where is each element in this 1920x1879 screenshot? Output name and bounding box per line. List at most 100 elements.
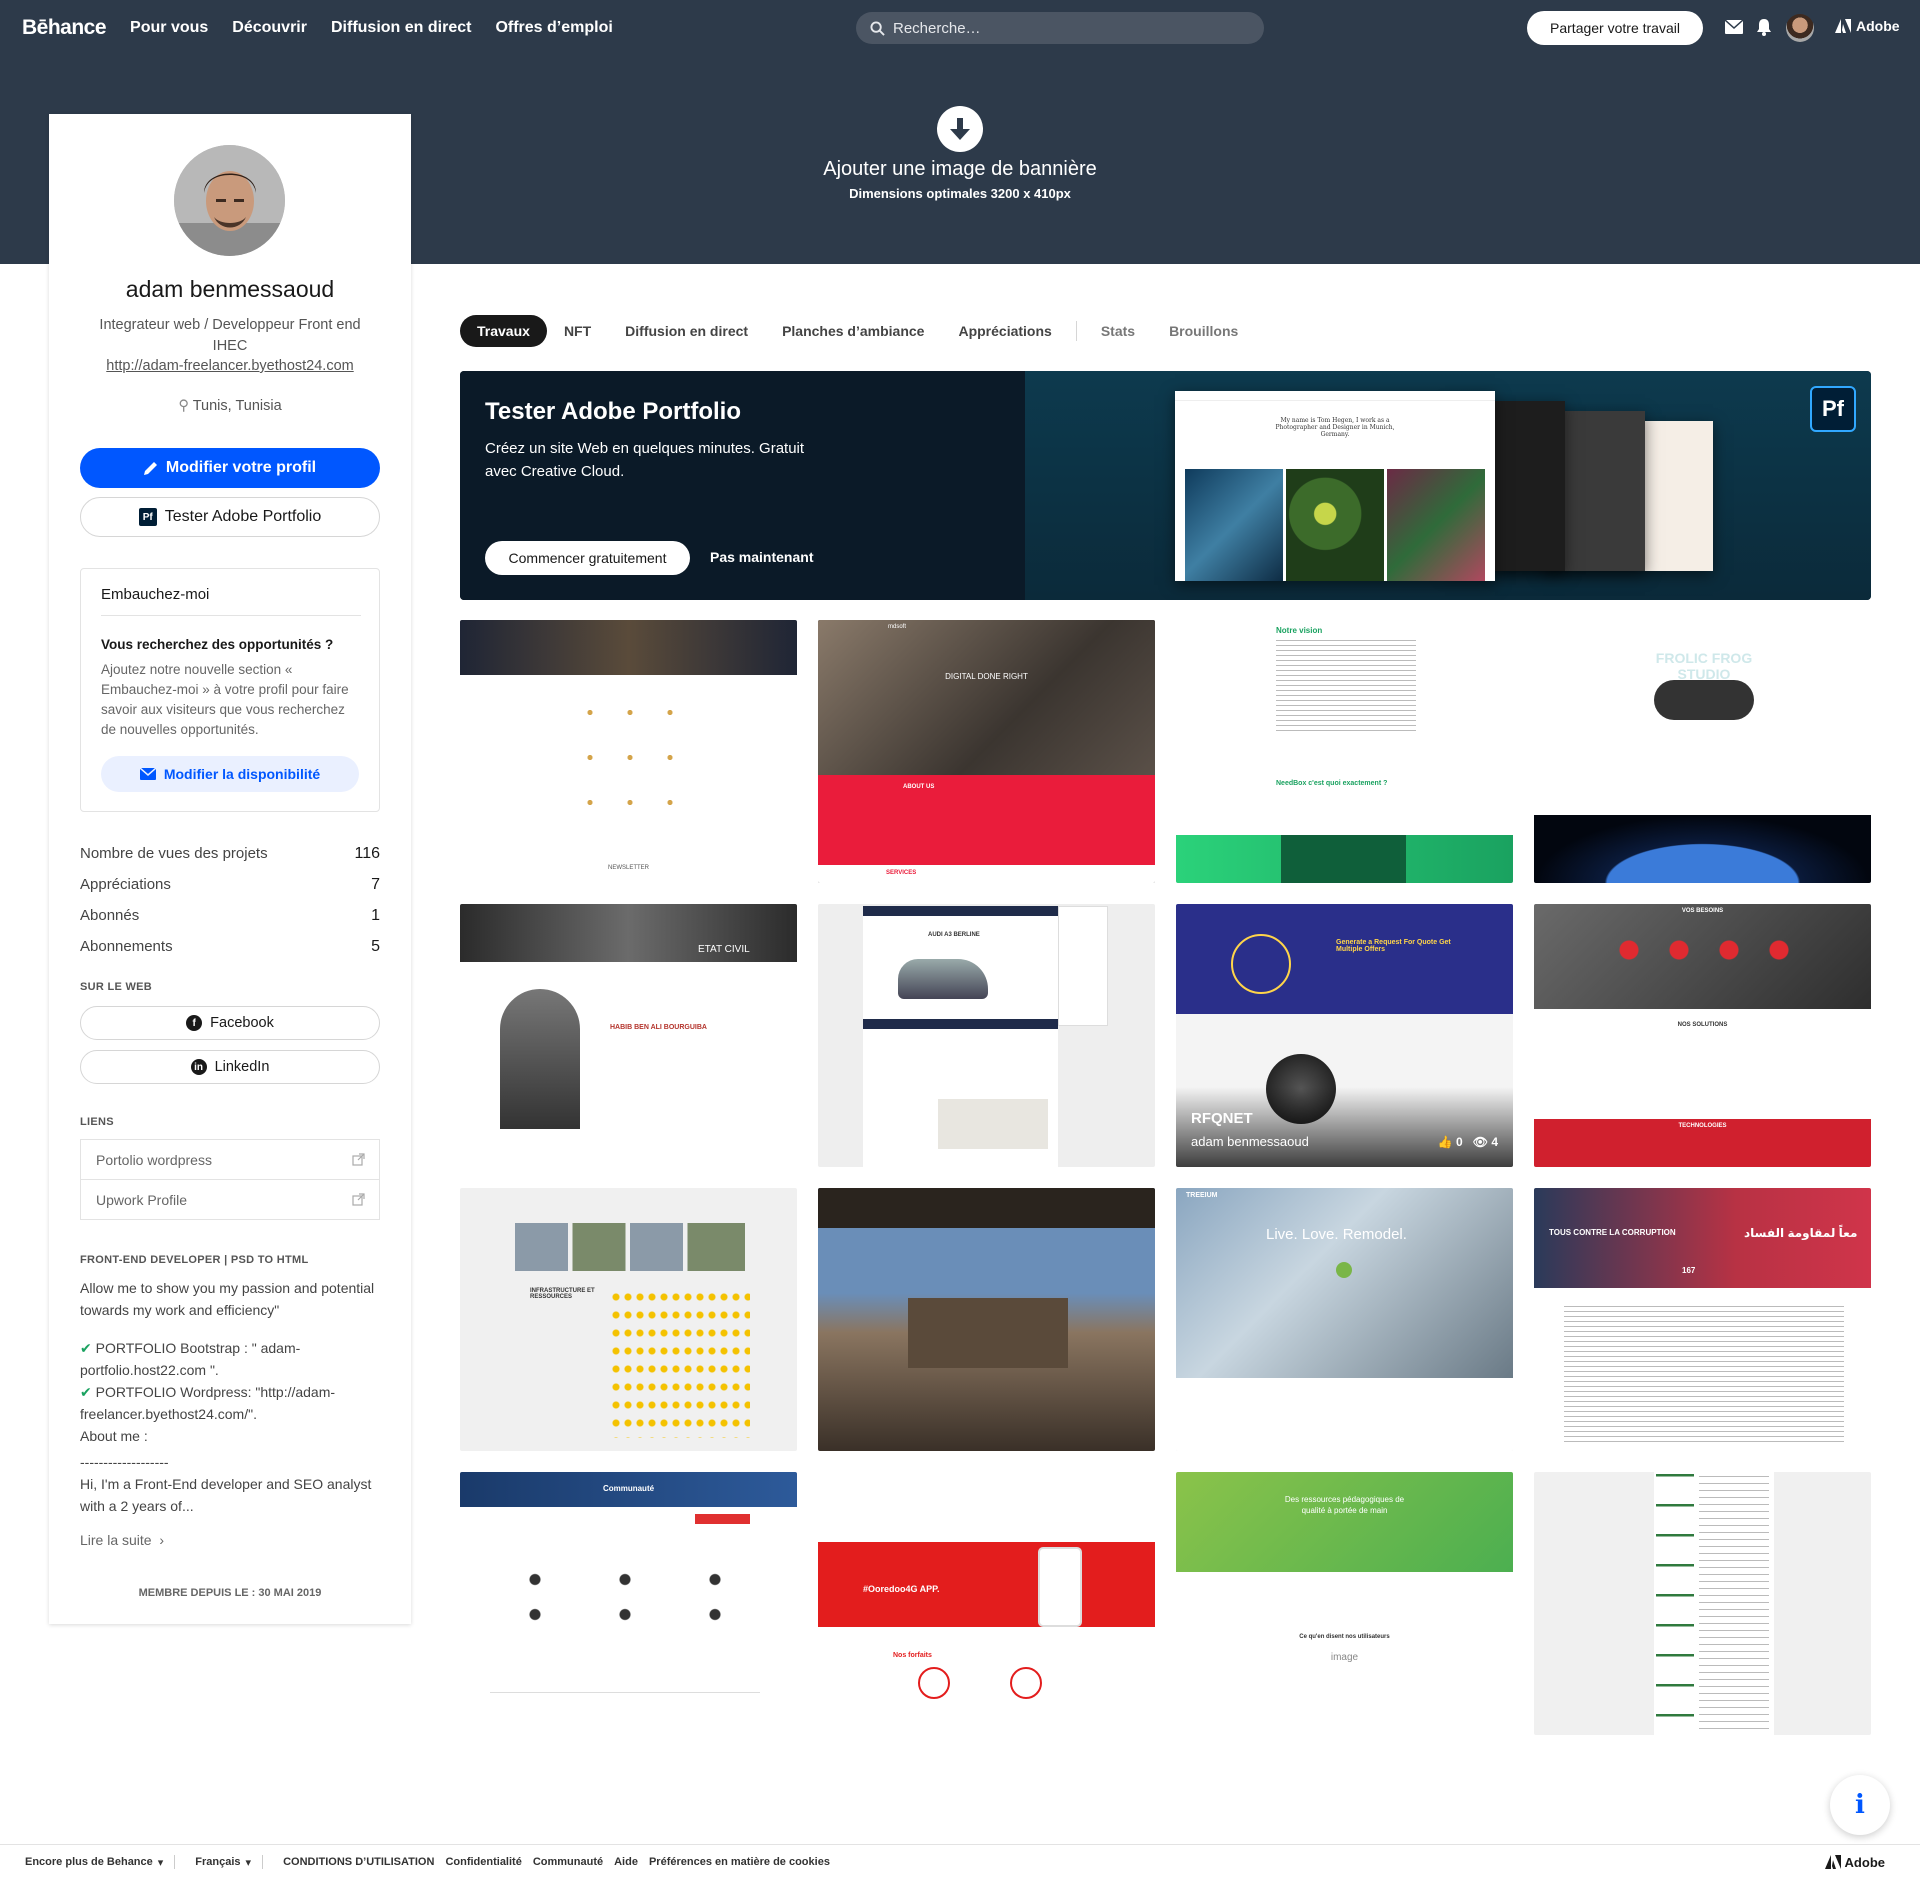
download-arrow-icon [950,118,970,140]
about-portfolio-bootstrap: ✔ PORTFOLIO Bootstrap : " adam-portfolio… [80,1337,380,1381]
thumb-audi: AUDI A3 BERLINE [928,932,980,938]
banner-subtitle: Dimensions optimales 3200 x 410px [849,186,1071,201]
tab-nft[interactable]: NFT [547,315,608,347]
link-label: Upwork Profile [96,1191,188,1208]
thumb-habib: HABIB BEN ALI BOURGUIBA [610,1024,707,1031]
about-line: PORTFOLIO Bootstrap : " adam-portfolio.h… [80,1340,301,1378]
footer-more-behance[interactable]: Encore plus de Behance [25,1856,153,1868]
bell-icon[interactable] [1753,16,1775,38]
upload-banner-button[interactable] [937,106,983,152]
adobe-link[interactable]: Adobe [1835,18,1900,34]
linkedin-button[interactable]: in LinkedIn [80,1050,380,1084]
info-button[interactable]: i [1830,1775,1890,1835]
footer-terms[interactable]: CONDITIONS D’UTILISATION [283,1856,434,1868]
project-card-4[interactable]: FROLIC FROG STUDIO [1534,620,1871,883]
chevron-right-icon: › [155,1532,165,1548]
footer-cookies[interactable]: Préférences en matière de cookies [649,1856,830,1868]
read-more-link[interactable]: Lire la suite › [80,1532,164,1548]
footer-community[interactable]: Communauté [533,1856,603,1868]
footer-language[interactable]: Français [195,1856,240,1868]
project-card-10[interactable] [818,1188,1155,1451]
link-wordpress[interactable]: Portolio wordpress [80,1139,380,1180]
chevron-down-icon: ▾ [245,1856,252,1869]
stat-label: Abonnés [80,907,140,924]
project-card-7[interactable]: Generate a Request For Quote Get Multipl… [1176,904,1513,1167]
appreciations-count: 👍 0 [1437,1135,1463,1149]
thumb-arabic: معاً لمقاومة الفساد [1744,1226,1858,1240]
project-card-1[interactable]: NEWSLETTER [460,620,797,883]
tab-drafts[interactable]: Brouillons [1152,315,1255,347]
nav-link-decouvrir[interactable]: Découvrir [232,19,307,37]
project-card-11[interactable]: TREEIUM Live. Love. Remodel. [1176,1188,1513,1451]
facebook-button[interactable]: f Facebook [80,1006,380,1040]
thumb-needbox: NeedBox c'est quoi exactement ? [1276,780,1388,787]
user-avatar-small[interactable] [1786,14,1814,42]
thumb-corruption: TOUS CONTRE LA CORRUPTION [1549,1228,1676,1237]
external-link-icon [352,1193,365,1206]
behance-logo[interactable]: Bēhance [22,16,107,40]
edit-profile-button[interactable]: Modifier votre profil [80,448,380,488]
project-owner[interactable]: adam benmessaoud [1191,1134,1309,1149]
read-more-label: Lire la suite [80,1532,152,1548]
thumb-vos-besoins: VOS BESOINS [1681,908,1724,914]
location-text: Tunis, Tunisia [192,398,282,414]
tab-appreciations[interactable]: Appréciations [941,315,1068,347]
tab-stats[interactable]: Stats [1084,315,1152,347]
project-card-3[interactable]: Notre vision NeedBox c'est quoi exacteme… [1176,620,1513,883]
project-card-6[interactable]: AUDI A3 BERLINE [818,904,1155,1167]
thumb-ressources: Des ressources pédagogiques de qualité à… [1284,1495,1405,1515]
pencil-icon [143,462,157,475]
thumb-services: SERVICES [886,870,917,876]
about-me: About me : [80,1428,148,1444]
footer-adobe-logo[interactable]: Adobe [1824,1855,1896,1870]
link-label: Portolio wordpress [96,1151,212,1168]
mail-icon[interactable] [1723,16,1745,38]
profile-website-link[interactable]: http://adam-freelancer.byethost24.com [49,358,411,374]
try-portfolio-button[interactable]: Pf Tester Adobe Portfolio [80,497,380,537]
project-card-5[interactable]: ETAT CIVIL HABIB BEN ALI BOURGUIBA [460,904,797,1167]
adobe-label: Adobe [1856,18,1900,34]
share-work-button[interactable]: Partager votre travail [1527,11,1703,45]
promo-preview-panel: My name is Tom Hegen, I work as a Photog… [1025,371,1871,600]
tab-travaux[interactable]: Travaux [460,315,547,347]
search-input[interactable]: Recherche… [856,12,1264,44]
stat-followers[interactable]: Abonnés 1 [80,907,380,925]
thumb-frolic: FROLIC FROG STUDIO [1655,650,1753,682]
search-placeholder: Recherche… [893,19,981,37]
nav-link-diffusion[interactable]: Diffusion en direct [331,19,471,37]
not-now-button[interactable]: Pas maintenant [710,549,813,565]
project-card-15[interactable]: Des ressources pédagogiques de qualité à… [1176,1472,1513,1735]
portfolio-promo-banner: My name is Tom Hegen, I work as a Photog… [460,371,1871,600]
edit-availability-button[interactable]: Modifier la disponibilité [101,756,359,792]
project-title[interactable]: RFQNET [1191,1110,1253,1127]
footer-privacy[interactable]: Confidentialité [445,1856,521,1868]
thumb-digital: DIGITAL DONE RIGHT [945,672,1028,681]
tab-diffusion[interactable]: Diffusion en direct [608,315,765,347]
project-card-12[interactable]: TOUS CONTRE LA CORRUPTION معاً لمقاومة ا… [1534,1188,1871,1451]
link-upwork[interactable]: Upwork Profile [80,1179,380,1220]
project-card-2[interactable]: mdsoft DIGITAL DONE RIGHT ABOUT US SERVI… [818,620,1155,883]
profile-avatar[interactable] [174,145,285,256]
adobe-icon [1835,19,1851,33]
nav-link-pour-vous[interactable]: Pour vous [130,19,208,37]
top-navbar: Bēhance Pour vous Découvrir Diffusion en… [0,0,1920,56]
linkedin-label: LinkedIn [214,1059,270,1075]
project-card-8[interactable]: VOS BESOINS NOS SOLUTIONS TECHNOLOGIES [1534,904,1871,1167]
thumb-rfq-head: Generate a Request For Quote Get Multipl… [1336,939,1451,953]
tab-moodboards[interactable]: Planches d’ambiance [765,315,941,347]
thumb-mdsoft: mdsoft [888,624,907,630]
project-card-9[interactable]: INFRASTRUCTURE ET RESSOURCES [460,1188,797,1451]
project-card-13[interactable]: Communauté [460,1472,797,1735]
footer-help[interactable]: Aide [614,1856,638,1868]
stat-project-views: Nombre de vues des projets 116 [80,845,380,863]
thumb-live: Live. Love. Remodel. [1266,1226,1407,1243]
start-free-button[interactable]: Commencer gratuitement [485,541,690,575]
stat-following[interactable]: Abonnements 5 [80,938,380,956]
stat-appreciations[interactable]: Appréciations 7 [80,876,380,894]
project-card-14[interactable]: #Ooredoo4G APP. Nos forfaits [818,1472,1155,1735]
views-count: 👁 4 [1472,1135,1498,1149]
project-card-16[interactable] [1534,1472,1871,1735]
stat-label: Abonnements [80,938,173,955]
edit-availability-label: Modifier la disponibilité [163,766,321,782]
nav-link-offres[interactable]: Offres d’emploi [495,19,612,37]
